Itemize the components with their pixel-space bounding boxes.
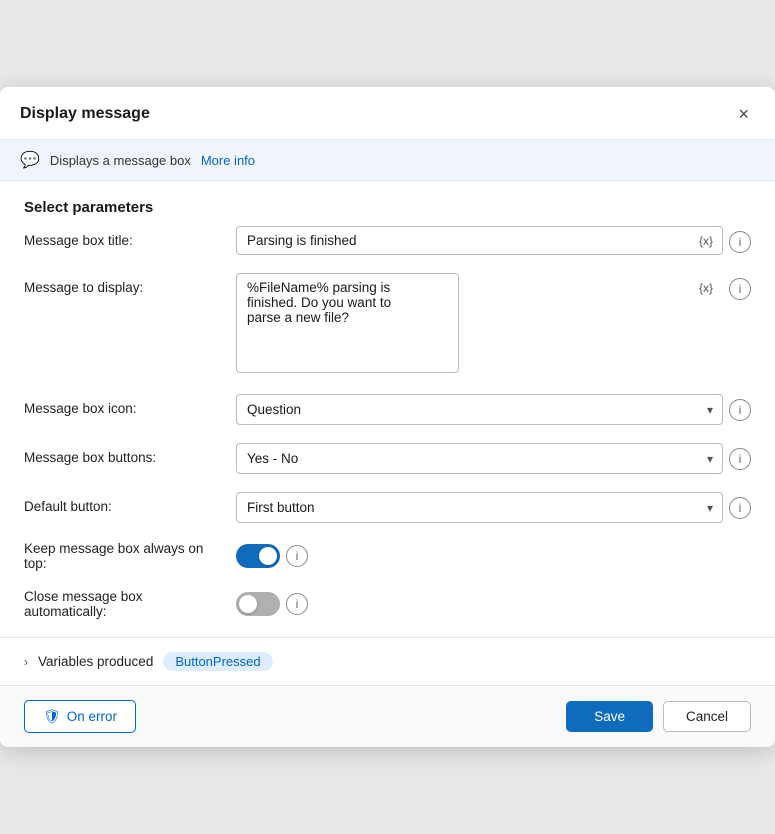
message-box-buttons-label: Message box buttons: — [24, 443, 224, 465]
default-button-info-icon[interactable]: i — [729, 497, 751, 519]
close-button[interactable]: × — [732, 103, 755, 125]
message-box-title-input[interactable] — [236, 226, 723, 255]
message-to-display-label: Message to display: — [24, 273, 224, 295]
message-box-title-control: {x} i — [236, 226, 751, 255]
close-automatically-toggle[interactable] — [236, 592, 280, 616]
default-button-row: Default button: First button Second butt… — [24, 492, 751, 523]
default-button-label: Default button: — [24, 492, 224, 514]
message-box-icon-select[interactable]: Question Information Warning Error — [236, 394, 723, 425]
message-box-title-label: Message box title: — [24, 226, 224, 248]
close-automatically-row: Close message box automatically: i — [24, 589, 751, 619]
dialog-title: Display message — [20, 105, 150, 123]
message-box-icon-label: Message box icon: — [24, 394, 224, 416]
info-bar: 💬 Displays a message box More info — [0, 140, 775, 181]
default-button-select-wrap: First button Second button Third button … — [236, 492, 723, 523]
keep-on-top-row: Keep message box always on top: i — [24, 541, 751, 571]
message-to-display-textarea-container: %FileName% parsing is finished. Do you w… — [236, 273, 723, 376]
on-error-label: On error — [67, 709, 117, 724]
dialog-footer: 🛡 On error Save Cancel — [0, 685, 775, 747]
message-to-display-var-btn[interactable]: {x} — [695, 279, 717, 297]
variables-row: › Variables produced ButtonPressed — [0, 637, 775, 685]
form-body: Message box title: {x} i Message to disp… — [0, 226, 775, 619]
message-to-display-control: %FileName% parsing is finished. Do you w… — [236, 273, 751, 376]
close-automatically-thumb — [239, 595, 257, 613]
message-box-buttons-select-wrap: Yes - No OK OK - Cancel Abort - Retry - … — [236, 443, 723, 474]
on-error-button[interactable]: 🛡 On error — [24, 700, 136, 733]
section-title: Select parameters — [0, 181, 775, 226]
info-bar-text: Displays a message box — [50, 153, 191, 168]
footer-right: Save Cancel — [566, 701, 751, 732]
message-box-title-var-btn[interactable]: {x} — [695, 232, 717, 250]
message-box-buttons-control: Yes - No OK OK - Cancel Abort - Retry - … — [236, 443, 751, 474]
message-box-icon-row: Message box icon: Question Information W… — [24, 394, 751, 425]
message-box-title-row: Message box title: {x} i — [24, 226, 751, 255]
more-info-link[interactable]: More info — [201, 153, 255, 168]
keep-on-top-info-icon[interactable]: i — [286, 545, 308, 567]
close-automatically-info-icon[interactable]: i — [286, 593, 308, 615]
display-message-dialog: Display message × 💬 Displays a message b… — [0, 87, 775, 747]
default-button-select[interactable]: First button Second button Third button — [236, 492, 723, 523]
message-box-icon-info-icon[interactable]: i — [729, 399, 751, 421]
message-box-icon-select-wrap: Question Information Warning Error ▾ — [236, 394, 723, 425]
message-to-display-info-icon[interactable]: i — [729, 278, 751, 300]
message-box-buttons-row: Message box buttons: Yes - No OK OK - Ca… — [24, 443, 751, 474]
variables-chevron-icon[interactable]: › — [24, 655, 28, 669]
comment-icon: 💬 — [20, 150, 40, 170]
message-box-title-info-icon[interactable]: i — [729, 231, 751, 253]
variables-label: Variables produced — [38, 654, 153, 669]
default-button-control: First button Second button Third button … — [236, 492, 751, 523]
close-automatically-label: Close message box automatically: — [24, 589, 224, 619]
keep-on-top-control: i — [236, 544, 751, 568]
message-box-icon-control: Question Information Warning Error ▾ i — [236, 394, 751, 425]
button-pressed-badge: ButtonPressed — [163, 652, 272, 671]
shield-icon: 🛡 — [43, 708, 61, 725]
keep-on-top-toggle[interactable] — [236, 544, 280, 568]
cancel-button[interactable]: Cancel — [663, 701, 751, 732]
message-box-title-input-container: {x} — [236, 226, 723, 255]
close-automatically-control: i — [236, 592, 751, 616]
message-to-display-row: Message to display: %FileName% parsing i… — [24, 273, 751, 376]
keep-on-top-label: Keep message box always on top: — [24, 541, 224, 571]
message-box-buttons-info-icon[interactable]: i — [729, 448, 751, 470]
keep-on-top-thumb — [259, 547, 277, 565]
dialog-header: Display message × — [0, 87, 775, 140]
message-box-buttons-select[interactable]: Yes - No OK OK - Cancel Abort - Retry - … — [236, 443, 723, 474]
save-button[interactable]: Save — [566, 701, 653, 732]
message-to-display-input[interactable]: %FileName% parsing is finished. Do you w… — [236, 273, 459, 373]
